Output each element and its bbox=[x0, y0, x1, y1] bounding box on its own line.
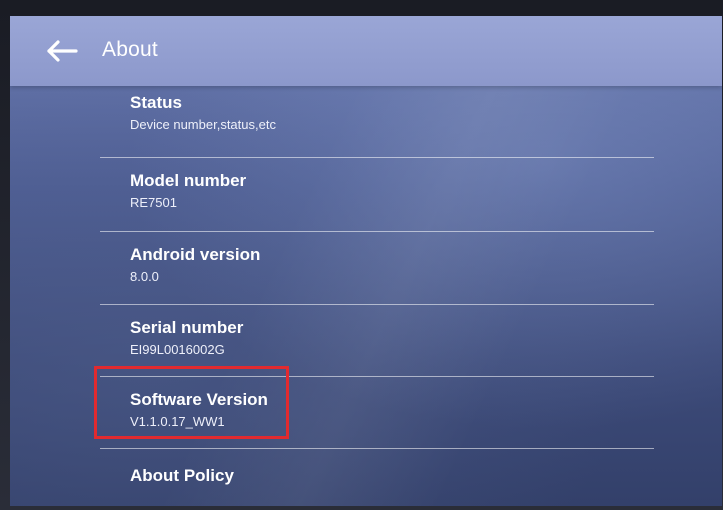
app-bar: About bbox=[10, 16, 722, 86]
arrow-back-icon bbox=[45, 40, 79, 62]
divider bbox=[100, 231, 654, 232]
tv-screen: About Status Device number,status,etc Mo… bbox=[10, 16, 722, 506]
settings-item-model-number[interactable]: Model number RE7501 bbox=[130, 170, 650, 212]
settings-item-label: Android version bbox=[130, 245, 261, 264]
divider bbox=[100, 157, 654, 158]
settings-item-android-version[interactable]: Android version 8.0.0 bbox=[130, 244, 650, 286]
back-button[interactable] bbox=[40, 34, 84, 68]
page-title: About bbox=[102, 38, 158, 61]
settings-item-summary: 8.0.0 bbox=[130, 269, 159, 284]
settings-item-label: About Policy bbox=[130, 466, 234, 485]
settings-item-label: Model number bbox=[130, 171, 247, 190]
settings-item-summary: Device number,status,etc bbox=[130, 117, 276, 132]
device-bezel: About Status Device number,status,etc Mo… bbox=[0, 0, 723, 510]
settings-item-label: Serial number bbox=[130, 318, 244, 337]
settings-item-label: Status bbox=[130, 93, 182, 112]
settings-item-summary: V1.1.0.17_WW1 bbox=[130, 414, 225, 429]
divider bbox=[100, 376, 654, 377]
settings-list: Status Device number,status,etc Model nu… bbox=[10, 86, 722, 506]
settings-item-summary: EI99L0016002G bbox=[130, 342, 225, 357]
settings-item-label: Software Version bbox=[130, 390, 268, 409]
settings-item-about-policy[interactable]: About Policy bbox=[130, 465, 650, 486]
settings-item-serial-number[interactable]: Serial number EI99L0016002G bbox=[130, 317, 650, 359]
divider bbox=[100, 304, 654, 305]
divider bbox=[100, 448, 654, 449]
settings-item-software-version[interactable]: Software Version V1.1.0.17_WW1 bbox=[130, 389, 650, 431]
settings-item-summary: RE7501 bbox=[130, 195, 177, 210]
settings-item-status[interactable]: Status Device number,status,etc bbox=[130, 92, 650, 134]
